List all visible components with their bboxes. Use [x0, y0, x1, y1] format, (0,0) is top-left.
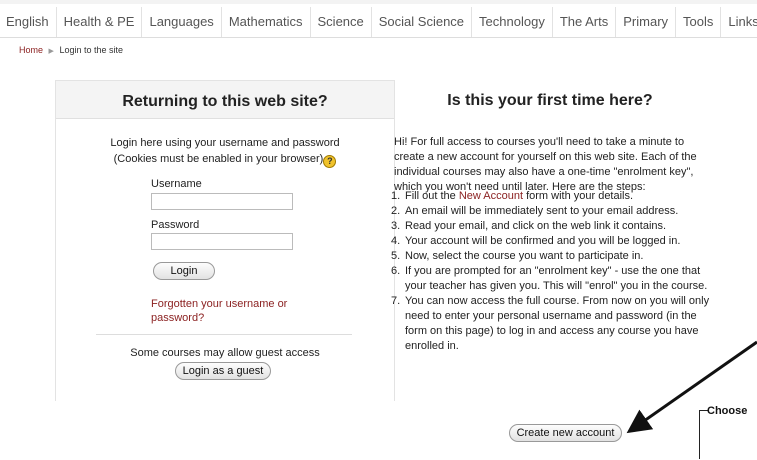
annotation-choose-label: Choose	[707, 405, 748, 417]
annotation-bracket	[699, 410, 708, 459]
annotation-arrow-icon	[626, 340, 757, 434]
